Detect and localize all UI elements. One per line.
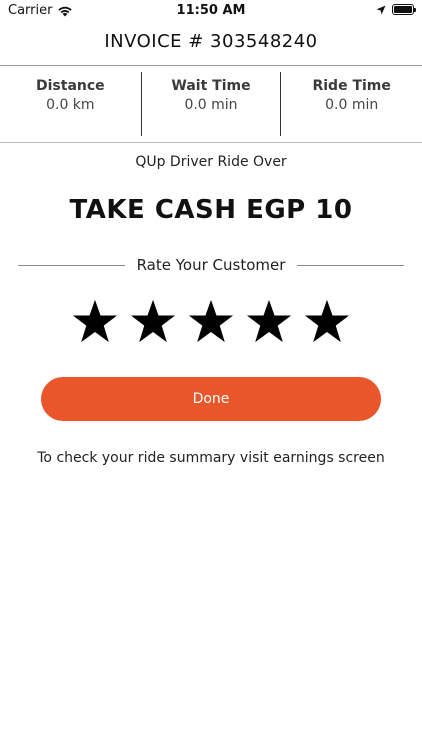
done-button[interactable]: Done: [41, 377, 381, 421]
stat-ride-time-label: Ride Time: [312, 78, 391, 94]
status-time: 11:50 AM: [176, 3, 246, 18]
ride-stats: Distance 0.0 km Wait Time 0.0 min Ride T…: [0, 66, 422, 142]
star-icon-3[interactable]: [188, 298, 234, 344]
status-bar: Carrier 11:50 AM: [0, 0, 422, 24]
stat-ride-time: Ride Time 0.0 min: [281, 66, 422, 142]
stat-distance-label: Distance: [36, 78, 105, 94]
stats-divider: [0, 142, 422, 143]
rate-line-right: [297, 264, 405, 266]
rate-heading-row: Rate Your Customer: [18, 254, 405, 276]
stat-divider-1: [140, 72, 142, 136]
invoice-title: INVOICE # 303548240: [104, 31, 318, 52]
star-icon-1[interactable]: [72, 298, 118, 344]
star-icon-4[interactable]: [246, 298, 292, 344]
stat-distance-value: 0.0 km: [46, 97, 95, 113]
status-right-group: [376, 4, 416, 15]
stat-distance: Distance 0.0 km: [0, 66, 141, 142]
stat-wait-time-value: 0.0 min: [184, 97, 238, 113]
star-icon-5[interactable]: [304, 298, 350, 344]
rate-line-left: [18, 264, 125, 266]
stat-ride-time-value: 0.0 min: [325, 97, 379, 113]
stat-wait-time: Wait Time 0.0 min: [140, 66, 282, 142]
earnings-summary-hint: To check your ride summary visit earning…: [37, 450, 385, 466]
take-cash-amount: TAKE CASH EGP 10: [69, 195, 353, 225]
battery-icon: [392, 4, 416, 15]
battery-level: [394, 6, 412, 13]
rating-stars: [0, 298, 422, 344]
rate-heading: Rate Your Customer: [136, 256, 286, 274]
location-arrow-icon: [376, 5, 386, 14]
stat-wait-time-label: Wait Time: [171, 78, 251, 94]
star-icon-2[interactable]: [130, 298, 176, 344]
ride-status-text: QUp Driver Ride Over: [135, 154, 287, 170]
